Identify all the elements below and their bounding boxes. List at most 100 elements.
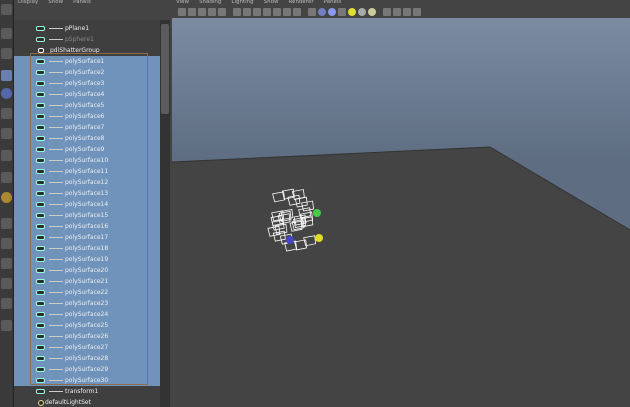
outliner-item[interactable]: pdiShatterGroup bbox=[14, 45, 160, 56]
gold-sphere-icon[interactable] bbox=[368, 8, 376, 16]
outliner-item[interactable]: polySurface26 bbox=[14, 331, 160, 342]
outliner-item[interactable]: polySurface12 bbox=[14, 177, 160, 188]
mesh-icon bbox=[36, 103, 45, 108]
layout-outliner-icon[interactable] bbox=[1, 278, 12, 289]
smooth-shade-icon[interactable] bbox=[243, 8, 251, 16]
paint-tool-icon[interactable] bbox=[1, 48, 12, 59]
outliner-item-label: polySurface8 bbox=[65, 135, 105, 142]
outliner-item[interactable]: polySurface19 bbox=[14, 254, 160, 265]
menu-display[interactable]: Display bbox=[18, 0, 38, 7]
outliner-item[interactable]: polySurface24 bbox=[14, 309, 160, 320]
mesh-icon bbox=[36, 191, 45, 196]
cone-icon[interactable] bbox=[1, 70, 12, 81]
wireframe-icon[interactable] bbox=[233, 8, 241, 16]
hierarchy-line bbox=[49, 358, 63, 359]
outliner-item[interactable]: polySurface22 bbox=[14, 287, 160, 298]
outliner-item[interactable]: polySurface5 bbox=[14, 100, 160, 111]
hierarchy-line bbox=[49, 39, 63, 40]
sphere-icon[interactable] bbox=[1, 88, 12, 99]
move-tool-icon[interactable] bbox=[1, 108, 12, 119]
grid-icon[interactable] bbox=[208, 8, 216, 16]
layout-side-icon[interactable] bbox=[1, 258, 12, 269]
outliner-item[interactable]: pPlane1 bbox=[14, 23, 160, 34]
lights-icon[interactable] bbox=[263, 8, 271, 16]
layout-single-icon[interactable] bbox=[1, 218, 12, 229]
rotate-tool-icon[interactable] bbox=[1, 128, 12, 139]
film-gate-icon[interactable] bbox=[218, 8, 226, 16]
outliner-item[interactable]: polySurface8 bbox=[14, 133, 160, 144]
select-camera-icon[interactable] bbox=[383, 8, 391, 16]
outliner-item[interactable]: polySurface6 bbox=[14, 111, 160, 122]
manipulator-handle[interactable] bbox=[315, 234, 323, 242]
scale-tool-icon[interactable] bbox=[1, 150, 12, 161]
shaded-icon[interactable] bbox=[393, 8, 401, 16]
box-icon[interactable] bbox=[318, 8, 326, 16]
outliner-item-label: polySurface2 bbox=[65, 69, 105, 76]
checker-icon[interactable] bbox=[338, 8, 346, 16]
outliner-item[interactable]: polySurface15 bbox=[14, 210, 160, 221]
outliner-item[interactable]: polySurface7 bbox=[14, 122, 160, 133]
image-plane-icon[interactable] bbox=[188, 8, 196, 16]
shadows-icon[interactable] bbox=[273, 8, 281, 16]
transform-icon bbox=[36, 389, 45, 394]
outliner-item[interactable]: polySurface29 bbox=[14, 364, 160, 375]
select-tool-icon[interactable] bbox=[1, 4, 12, 15]
isolate-icon[interactable] bbox=[283, 8, 291, 16]
outliner-item[interactable]: polySurface11 bbox=[14, 166, 160, 177]
outliner-item[interactable]: polySurface28 bbox=[14, 353, 160, 364]
bookmark-icon[interactable] bbox=[198, 8, 206, 16]
grey-sphere-icon[interactable] bbox=[358, 8, 366, 16]
outliner-item-label: polySurface13 bbox=[65, 190, 109, 197]
viewport-panel[interactable]: View Shading Lighting Show Renderer Pane… bbox=[172, 0, 630, 407]
outliner-item[interactable]: polySurface16 bbox=[14, 221, 160, 232]
scene-view[interactable] bbox=[172, 0, 630, 407]
share-icon[interactable] bbox=[413, 8, 421, 16]
outliner-item[interactable]: polySurface2 bbox=[14, 67, 160, 78]
outliner-item[interactable]: polySurface9 bbox=[14, 144, 160, 155]
outliner-item[interactable]: polySurface23 bbox=[14, 298, 160, 309]
outliner-item-label: polySurface19 bbox=[65, 256, 109, 263]
sphere-icon[interactable] bbox=[328, 8, 336, 16]
mesh-icon bbox=[36, 180, 45, 185]
menu-show[interactable]: Show bbox=[48, 0, 63, 7]
menu-panels[interactable]: Panels bbox=[73, 0, 91, 7]
outliner-item[interactable]: polySurface10 bbox=[14, 155, 160, 166]
outliner-item[interactable]: polySurface17 bbox=[14, 232, 160, 243]
outliner-item[interactable]: polySurface14 bbox=[14, 199, 160, 210]
outliner-item[interactable]: polySurface27 bbox=[14, 342, 160, 353]
layout-four-icon[interactable] bbox=[1, 238, 12, 249]
outliner-item[interactable]: polySurface4 bbox=[14, 89, 160, 100]
outliner-item-label: polySurface23 bbox=[65, 300, 109, 307]
camera-icon[interactable] bbox=[178, 8, 186, 16]
outliner-item[interactable]: polySurface3 bbox=[14, 78, 160, 89]
manipulator-tool-icon[interactable] bbox=[1, 172, 12, 183]
outliner-scrollbar[interactable] bbox=[160, 20, 170, 407]
outliner-item[interactable]: polySurface18 bbox=[14, 243, 160, 254]
cube-icon[interactable] bbox=[308, 8, 316, 16]
outliner-item[interactable]: polySurface13 bbox=[14, 188, 160, 199]
outliner-item[interactable]: polySurface30 bbox=[14, 375, 160, 386]
lasso-tool-icon[interactable] bbox=[1, 28, 12, 39]
outliner-item[interactable]: polySurface1 bbox=[14, 56, 160, 67]
xray-icon[interactable] bbox=[293, 8, 301, 16]
manipulator-handle[interactable] bbox=[313, 209, 321, 217]
transform-icon bbox=[36, 37, 45, 42]
textured-icon[interactable] bbox=[253, 8, 261, 16]
outliner-item[interactable]: polySurface25 bbox=[14, 320, 160, 331]
outliner-item-label: polySurface4 bbox=[65, 91, 105, 98]
layout-graph-icon[interactable] bbox=[1, 298, 12, 309]
outliner-item[interactable]: polySurface21 bbox=[14, 276, 160, 287]
manipulator-handle[interactable] bbox=[286, 236, 294, 244]
outliner-item[interactable]: polySurface20 bbox=[14, 265, 160, 276]
outliner-item[interactable]: defaultLightSet bbox=[14, 397, 160, 407]
outliner-item[interactable]: transform1 bbox=[14, 386, 160, 397]
scrollbar-thumb[interactable] bbox=[161, 24, 169, 114]
outliner-item[interactable]: pSphere1 bbox=[14, 34, 160, 45]
wire-on-shaded-icon[interactable] bbox=[403, 8, 411, 16]
yellow-sphere-icon[interactable] bbox=[348, 8, 356, 16]
layout-hypershade-icon[interactable] bbox=[1, 320, 12, 331]
transform-icon bbox=[36, 26, 45, 31]
outliner-item-label: polySurface25 bbox=[65, 322, 109, 329]
outliner-item-label: polySurface12 bbox=[65, 179, 109, 186]
soft-mod-icon[interactable] bbox=[1, 192, 12, 203]
